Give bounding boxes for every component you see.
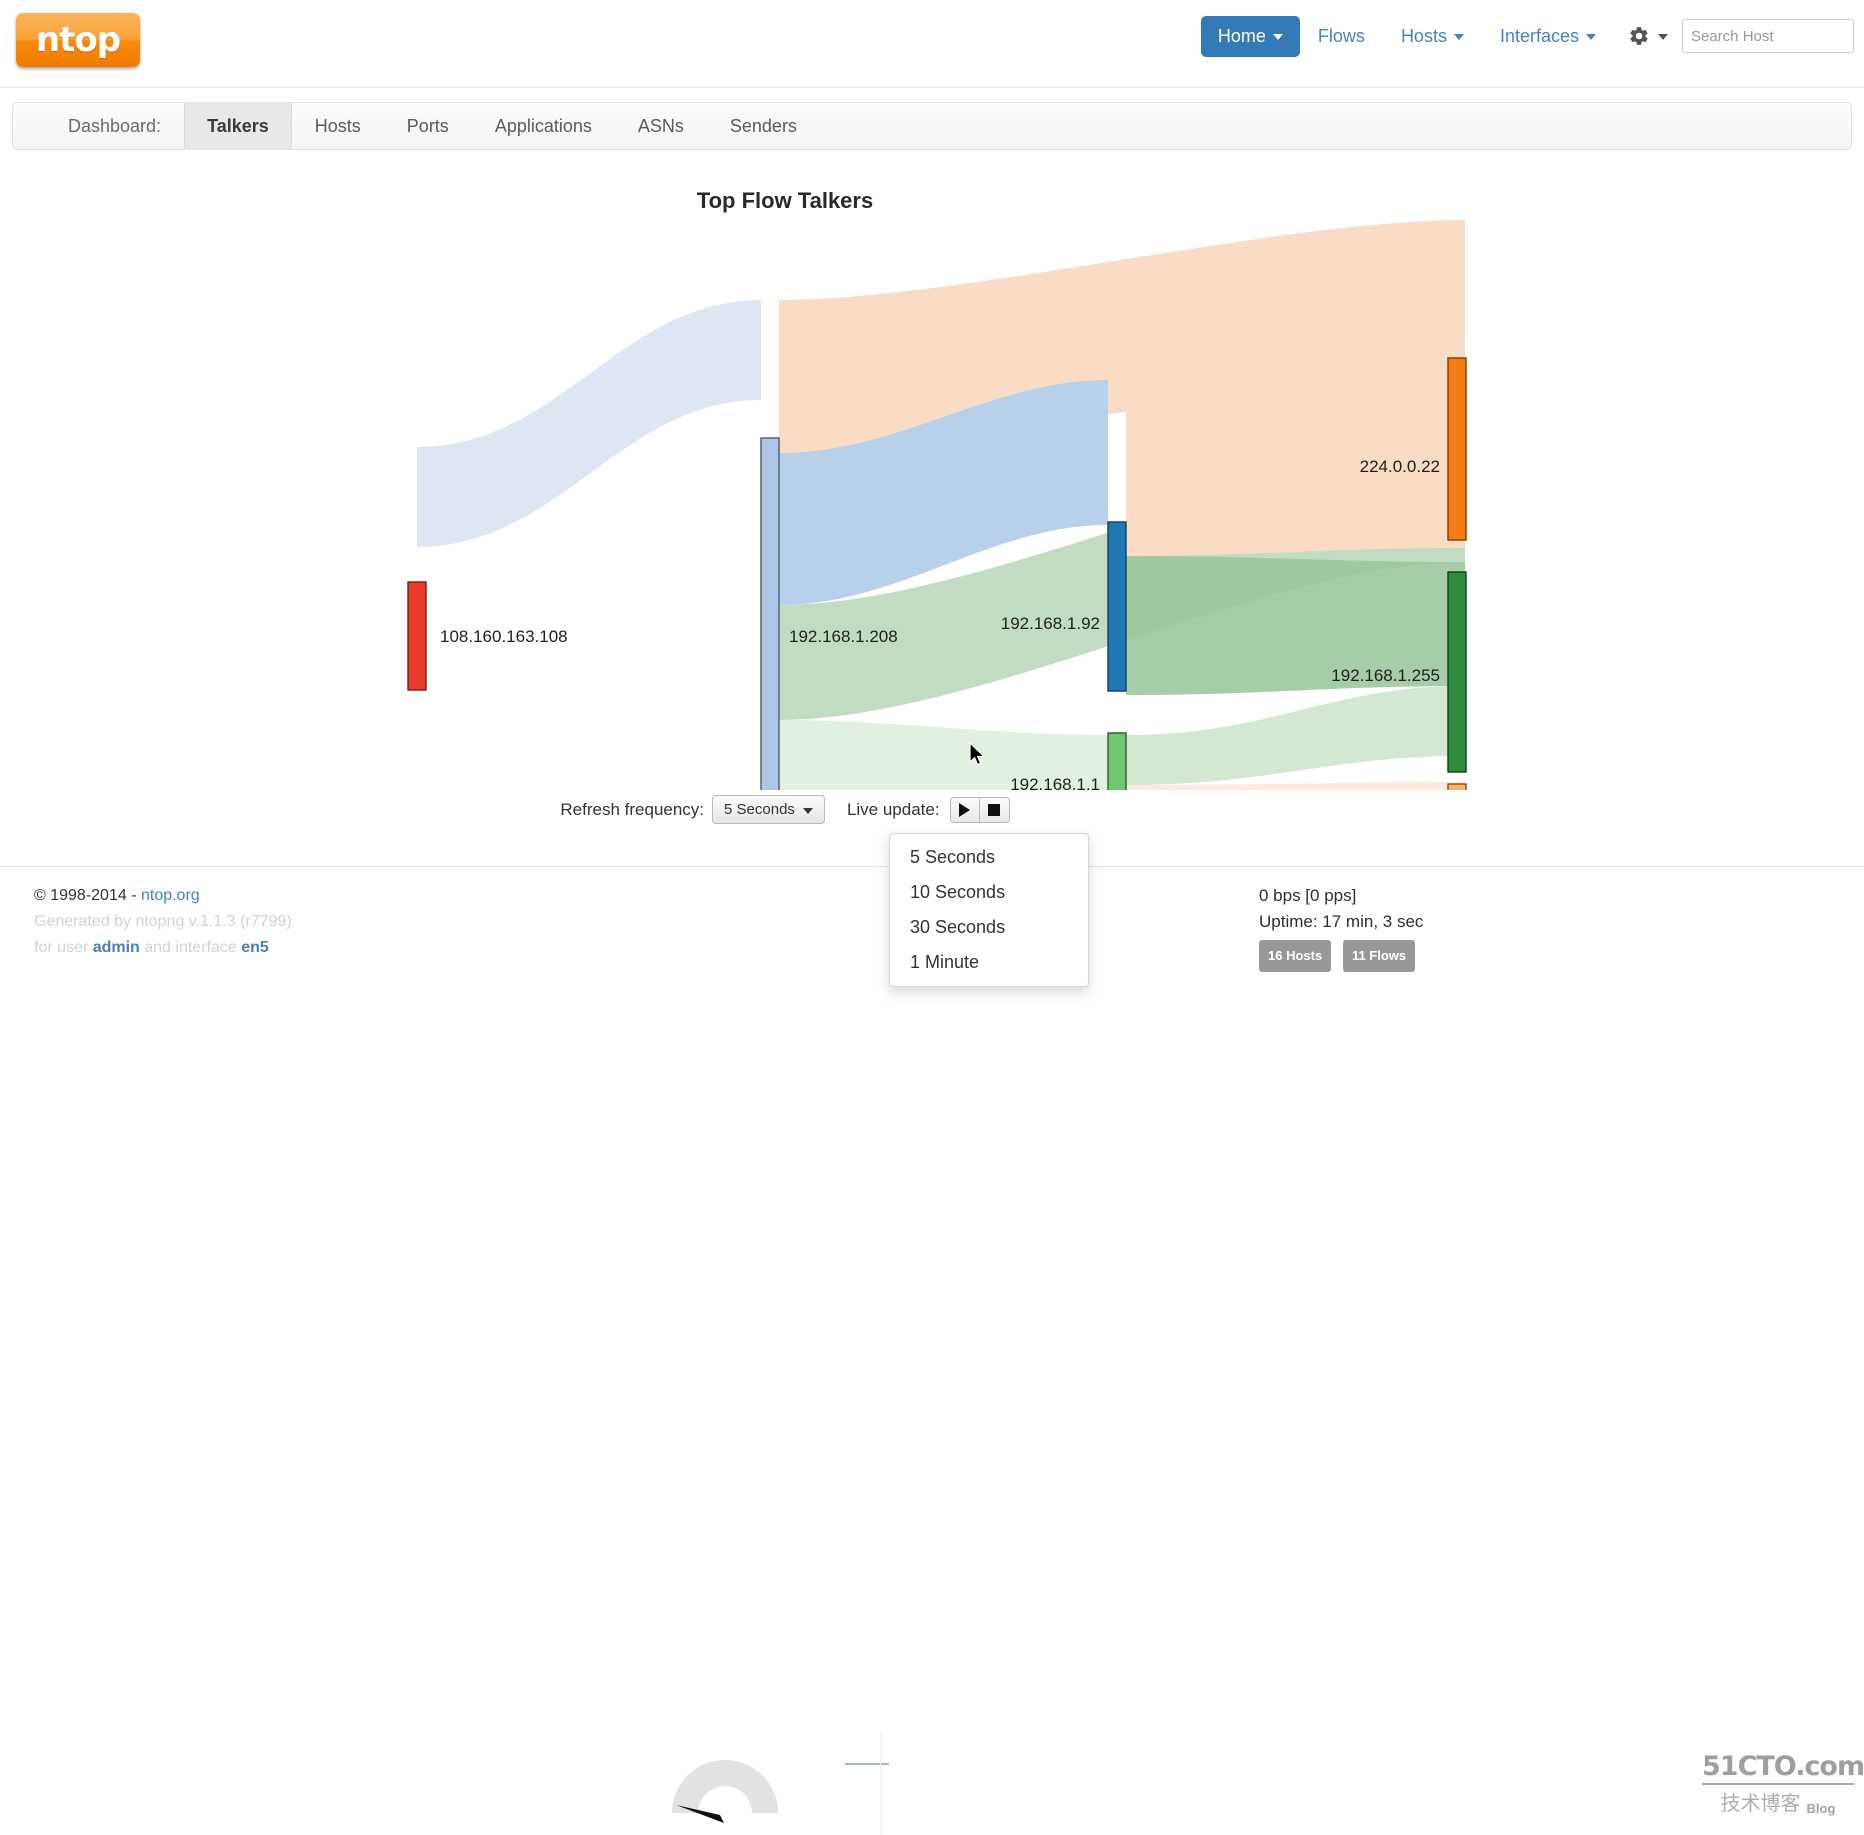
refresh-controls: Refresh frequency: 5 Seconds Live update…: [0, 795, 1570, 824]
nav-interfaces-label: Interfaces: [1500, 27, 1579, 45]
menu-item-5-seconds[interactable]: 5 Seconds: [890, 840, 1088, 875]
tab-ports[interactable]: Ports: [384, 103, 472, 149]
nav-settings-menu[interactable]: [1614, 15, 1682, 57]
nav-flows-label: Flows: [1318, 27, 1365, 45]
watermark-cn-text: 技术博客: [1721, 1787, 1801, 1816]
watermark: 51CTO.com 技术博客 Blog: [1702, 1753, 1854, 1816]
watermark-subtitle: 技术博客 Blog: [1702, 1787, 1854, 1816]
footer-copyright-text: © 1998-2014 -: [34, 887, 141, 904]
footer-interface[interactable]: en5: [241, 939, 269, 956]
watermark-divider: [1702, 1783, 1854, 1785]
menu-item-1-minute[interactable]: 1 Minute: [890, 945, 1088, 980]
sankey-links: [417, 220, 1465, 790]
node-192.168.1.208[interactable]: [761, 438, 779, 790]
top-nav-links: Home Flows Hosts Interfaces: [1201, 13, 1854, 59]
search-host-input[interactable]: [1682, 19, 1854, 53]
tab-asns[interactable]: ASNs: [615, 103, 707, 149]
hosts-badge[interactable]: 16 Hosts: [1259, 940, 1331, 972]
node-192.168.1.92[interactable]: [1108, 522, 1126, 691]
nav-home-label: Home: [1218, 27, 1266, 45]
live-update-button-group: [950, 797, 1010, 823]
menu-item-30-seconds[interactable]: 30 Seconds: [890, 910, 1088, 945]
node-label-192.168.1.92: 192.168.1.92: [1001, 614, 1100, 633]
footer-divider: [880, 1733, 881, 1835]
refresh-frequency-menu[interactable]: 5 Seconds 10 Seconds 30 Seconds 1 Minute: [889, 833, 1089, 987]
chevron-down-icon: [803, 808, 813, 814]
uptime-value: Uptime: 17 min, 3 sec: [1259, 909, 1423, 935]
node-192.168.1.1[interactable]: [1108, 733, 1126, 790]
ntop-org-link[interactable]: ntop.org: [141, 887, 200, 904]
nav-flows-link[interactable]: Flows: [1300, 16, 1383, 56]
nav-interfaces-link[interactable]: Interfaces: [1482, 16, 1614, 56]
stop-button[interactable]: [980, 797, 1010, 823]
node-224.0.0.1[interactable]: [1448, 784, 1466, 790]
nav-home-button[interactable]: Home: [1201, 16, 1300, 57]
node-label-108.160.163.108: 108.160.163.108: [440, 627, 568, 646]
gauge-scale-tick: [845, 1763, 889, 1765]
node-label-192.168.1.208: 192.168.1.208: [789, 627, 898, 646]
chevron-down-icon: [1586, 34, 1596, 40]
node-label-192.168.1.1: 192.168.1.1: [1010, 775, 1100, 790]
sankey-chart-area: Top Flow Talkers: [0, 150, 1864, 790]
watermark-site: 51CTO.com: [1702, 1753, 1854, 1780]
dashboard-tab-bar: Dashboard: Talkers Hosts Ports Applicati…: [12, 102, 1852, 150]
node-192.168.1.255[interactable]: [1448, 572, 1466, 772]
play-button[interactable]: [950, 797, 980, 823]
live-update-label: Live update:: [847, 800, 940, 820]
node-label-192.168.1.255: 192.168.1.255: [1331, 666, 1440, 685]
nav-hosts-link[interactable]: Hosts: [1383, 16, 1482, 56]
footer-user-prefix: for user: [34, 939, 93, 956]
footer-copyright: © 1998-2014 - ntop.org: [34, 883, 292, 909]
top-navigation-bar: ntop Home Flows Hosts Interfaces: [0, 0, 1864, 88]
sankey-diagram: 108.160.163.108 192.168.1.208 192.168.1.…: [0, 150, 1864, 790]
footer-user[interactable]: admin: [93, 939, 140, 956]
tab-talkers[interactable]: Talkers: [184, 103, 292, 149]
link-108.160.163.108-to-192.168.1.208[interactable]: [417, 300, 761, 547]
chevron-down-icon: [1273, 34, 1283, 40]
tab-applications[interactable]: Applications: [472, 103, 615, 149]
chevron-down-icon: [1658, 34, 1668, 40]
dashboard-label: Dashboard:: [45, 103, 184, 149]
footer-badges: 16 Hosts 11 Flows: [1259, 935, 1423, 972]
chevron-down-icon: [1454, 34, 1464, 40]
menu-item-10-seconds[interactable]: 10 Seconds: [890, 875, 1088, 910]
ntop-logo[interactable]: ntop: [16, 13, 140, 67]
refresh-frequency-label: Refresh frequency:: [560, 800, 704, 820]
footer-generated: Generated by ntopng v.1.1.3 (r7799): [34, 909, 292, 935]
node-224.0.0.22[interactable]: [1448, 358, 1466, 540]
tab-senders[interactable]: Senders: [707, 103, 820, 149]
throughput-value: 0 bps [0 pps]: [1259, 883, 1423, 909]
flows-badge[interactable]: 11 Flows: [1343, 940, 1415, 972]
footer-credits: © 1998-2014 - ntop.org Generated by ntop…: [34, 883, 292, 961]
node-108.160.163.108[interactable]: [408, 582, 426, 690]
gear-icon: [1628, 25, 1650, 47]
throughput-gauge-icon: [660, 1753, 790, 1825]
refresh-frequency-value: 5 Seconds: [724, 801, 795, 818]
footer-iface-mid: and interface: [140, 939, 241, 956]
nav-hosts-label: Hosts: [1401, 27, 1447, 45]
footer-user-interface: for user admin and interface en5: [34, 935, 292, 961]
tab-hosts[interactable]: Hosts: [292, 103, 384, 149]
logo-text: ntop: [36, 20, 120, 60]
mouse-cursor: [968, 742, 988, 768]
node-label-224.0.0.22: 224.0.0.22: [1360, 457, 1440, 476]
link-192.168.1.1-to-192.168.1.255[interactable]: [1126, 686, 1465, 785]
watermark-en-text: Blog: [1807, 1801, 1836, 1816]
play-icon: [959, 803, 970, 817]
stop-icon: [988, 804, 1000, 816]
footer-stats: 0 bps [0 pps] Uptime: 17 min, 3 sec 16 H…: [1259, 883, 1423, 972]
refresh-frequency-dropdown[interactable]: 5 Seconds: [712, 795, 825, 824]
